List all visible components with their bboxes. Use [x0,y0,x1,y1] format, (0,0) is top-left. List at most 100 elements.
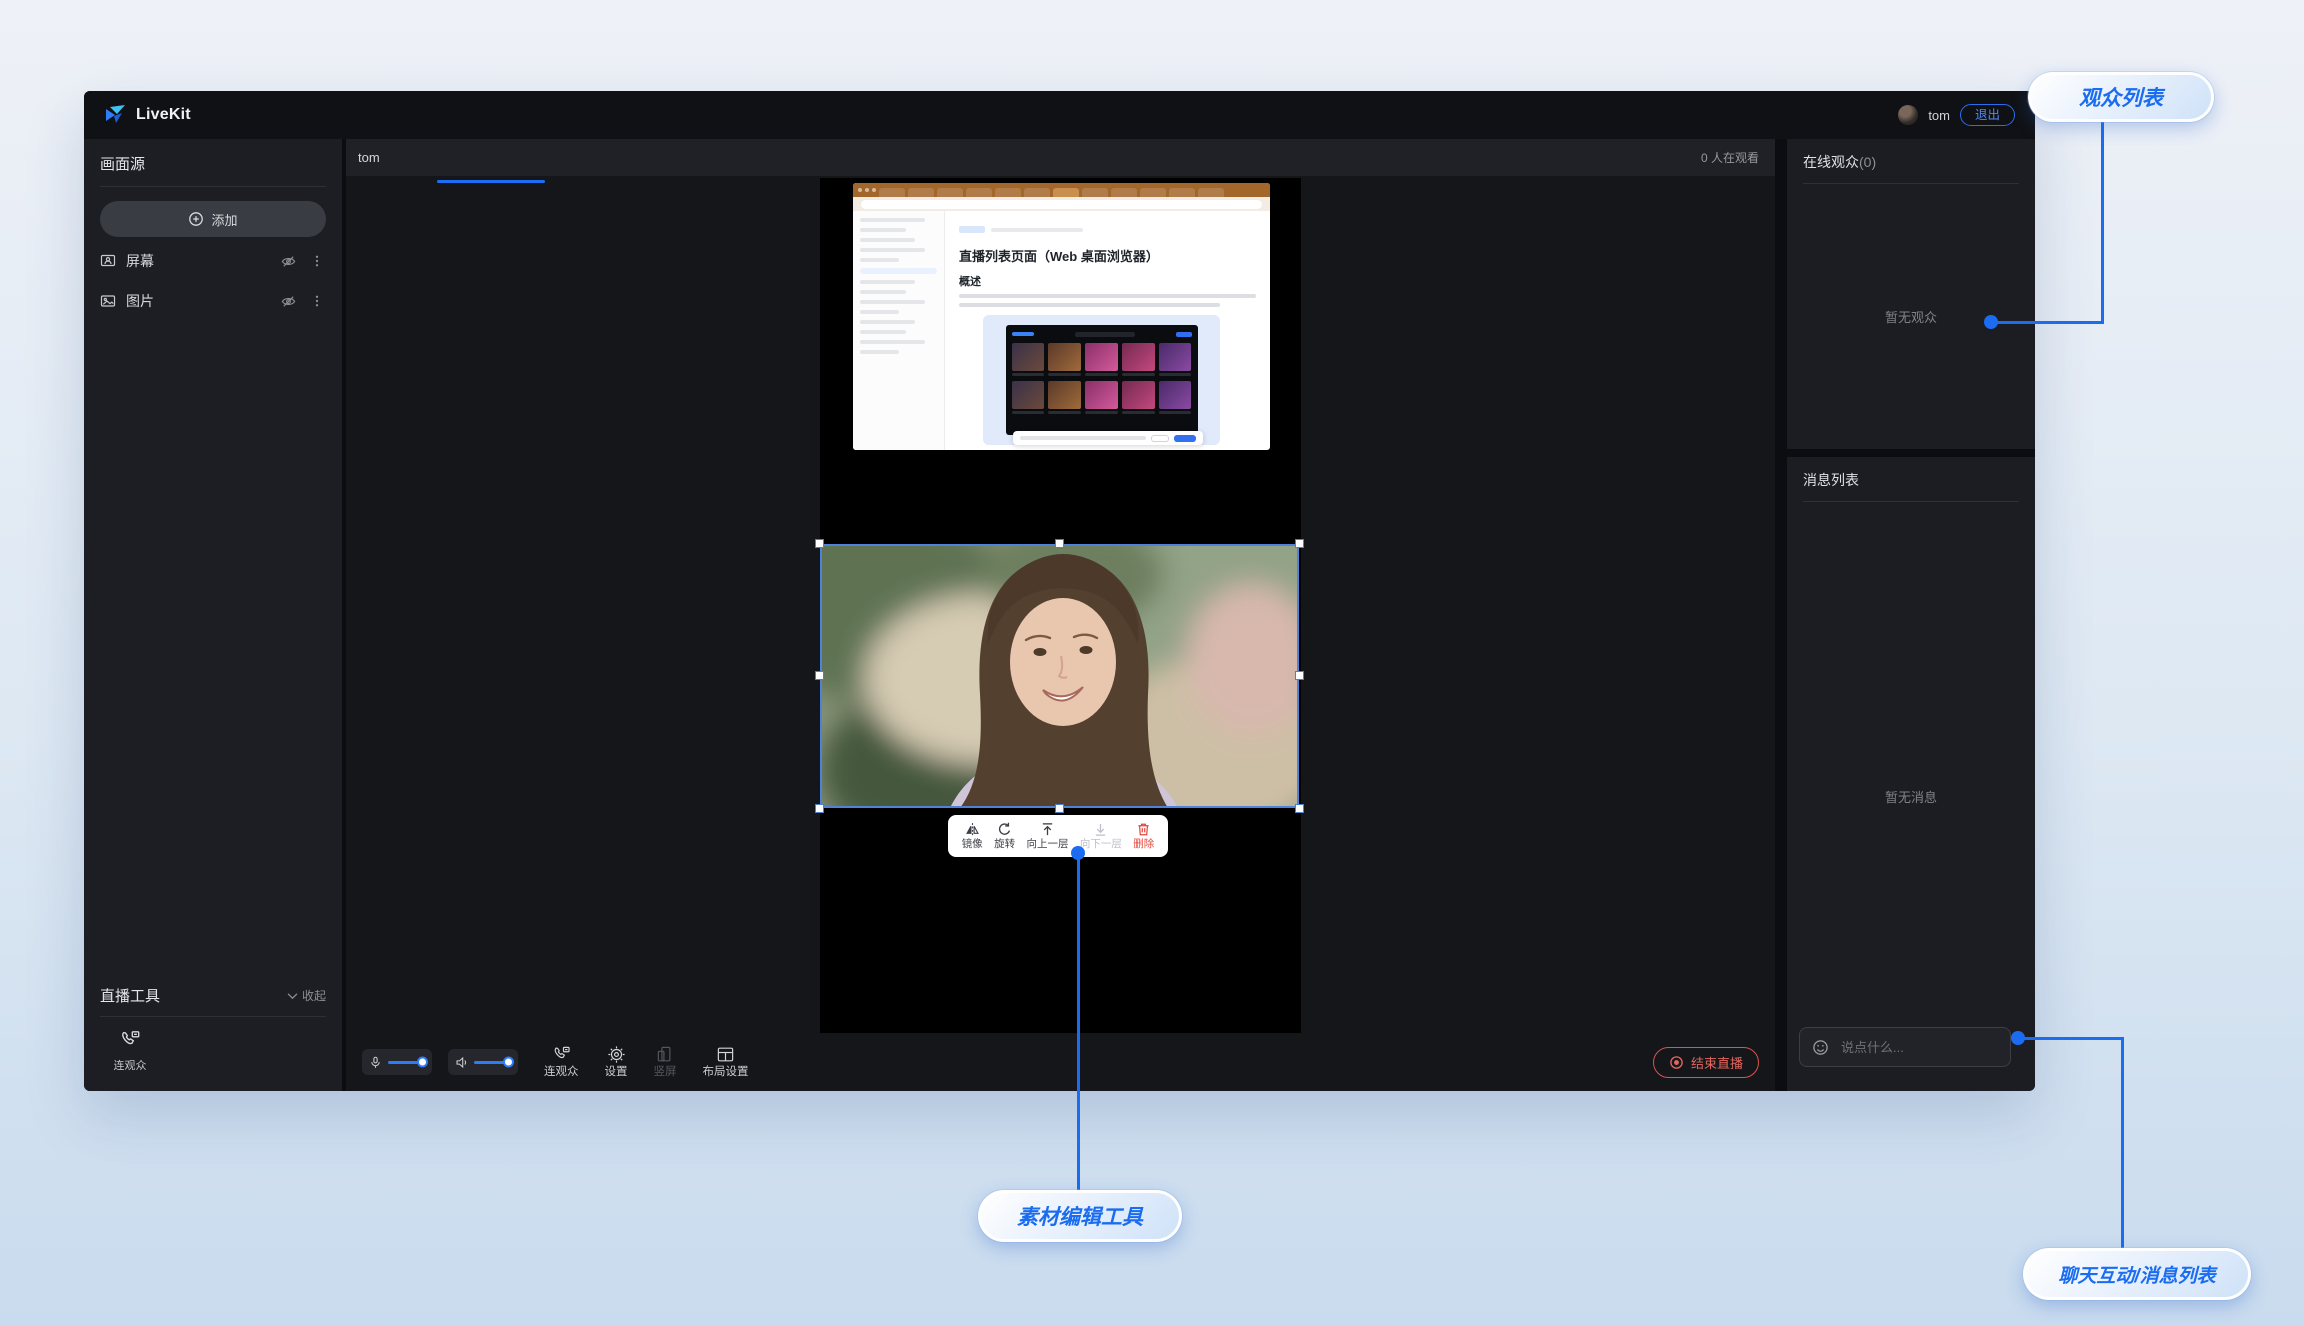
page: LiveKit tom 退出 画面源 添加 [0,0,2304,1326]
resize-handle[interactable] [1055,539,1064,548]
topbar: LiveKit tom 退出 [84,91,2035,139]
speaker-slider-knob[interactable] [503,1057,514,1068]
mirror-button[interactable]: 镜像 [962,822,983,850]
phone-chat-icon [119,1029,141,1051]
image-source-selected[interactable] [820,544,1299,808]
visibility-off-icon[interactable] [279,252,298,271]
source-label: 屏幕 [126,251,269,271]
brand: LiveKit [104,104,191,126]
audience-count: (0) [1859,154,1876,170]
canvas-area: tom 0 人在观看 [346,139,1775,1091]
send-backward-icon [1093,822,1108,837]
annotation-connector [1077,853,1080,1190]
brand-name: LiveKit [136,106,191,124]
plus-circle-icon [188,211,204,227]
messages-panel: 消息列表 暂无消息 [1787,457,2035,1091]
doc-heading: 概述 [959,273,1256,289]
topbar-right: tom 退出 [1898,104,2015,127]
audience-panel-title: 在线观众(0) [1787,139,2035,183]
bring-forward-button[interactable]: 向上一层 [1026,822,1068,850]
rotate-icon [997,822,1012,837]
rotate-button[interactable]: 旋转 [994,822,1015,850]
annotation-dot [1071,846,1085,860]
sources-panel-title: 画面源 [84,139,342,186]
annotation-connector [2101,120,2104,324]
browser-urlbar [853,197,1270,211]
chevron-down-icon [287,992,298,1000]
mic-volume-slider[interactable] [362,1049,432,1075]
source-row-screen[interactable]: 屏幕 [84,241,342,281]
bring-forward-icon [1040,822,1055,837]
speaker-slider-track[interactable] [474,1061,508,1064]
username: tom [1928,108,1950,123]
resize-handle[interactable] [815,804,824,813]
delete-button[interactable]: 删除 [1133,822,1154,850]
screen-icon [100,253,116,269]
mic-slider-track[interactable] [388,1061,422,1064]
doc-content: 直播列表页面（Web 桌面浏览器） 概述 [945,211,1270,450]
annotation-audience-list: 观众列表 [2028,72,2214,122]
doc-embedded-screenshot [983,315,1220,445]
resize-handle[interactable] [815,671,824,680]
doc-sidebar [853,211,945,450]
resize-handle[interactable] [1055,804,1064,813]
user-avatar[interactable] [1898,105,1918,125]
kebab-menu-icon[interactable] [308,292,326,310]
portrait-screen-icon [656,1045,675,1064]
portrait-mode-button[interactable]: 竖屏 [654,1045,677,1079]
collapse-toggle[interactable]: 收起 [287,987,326,1004]
image-icon [100,293,116,309]
resize-handle[interactable] [1295,671,1304,680]
end-live-button[interactable]: 结束直播 [1653,1047,1759,1078]
connect-audience-button[interactable]: 连观众 [544,1045,579,1079]
kebab-menu-icon[interactable] [308,252,326,270]
audience-empty-state: 暂无观众 [1787,184,2035,449]
record-dot-icon [1669,1055,1684,1070]
live-tools-section: 直播工具 收起 [84,973,342,1091]
add-source-button[interactable]: 添加 [100,201,326,237]
livekit-app-window: LiveKit tom 退出 画面源 添加 [84,91,2035,1091]
emoji-icon[interactable] [1812,1039,1829,1056]
layout-settings-button[interactable]: 布局设置 [703,1045,749,1079]
messages-empty-state: 暂无消息 [1787,502,2035,1091]
annotation-material-editor: 素材编辑工具 [978,1190,1182,1242]
screen-source-preview[interactable]: 直播列表页面（Web 桌面浏览器） 概述 [853,183,1270,450]
collapse-label: 收起 [302,987,326,1004]
chat-input-box[interactable] [1799,1027,2011,1067]
connect-audience-tool[interactable]: 连观众 [98,1029,162,1073]
viewer-count: 0 人在观看 [1701,149,1759,166]
mic-icon [369,1056,382,1069]
visibility-off-icon[interactable] [279,292,298,311]
send-backward-button[interactable]: 向下一层 [1080,822,1122,850]
speaker-volume-slider[interactable] [448,1049,518,1075]
sources-panel: 画面源 添加 屏幕 [84,139,342,1091]
stage[interactable]: 直播列表页面（Web 桌面浏览器） 概述 [820,178,1301,1033]
phone-chat-icon [552,1045,571,1064]
source-label: 图片 [126,291,269,311]
divider [100,1016,326,1017]
mic-slider-knob[interactable] [417,1057,428,1068]
annotation-connector [1995,321,2104,324]
source-row-image[interactable]: 图片 [84,281,342,321]
material-edit-toolbar: 镜像 旋转 [948,815,1168,857]
annotation-connector [2121,1037,2124,1248]
logout-button[interactable]: 退出 [1960,104,2015,127]
browser-titlebar [853,183,1270,197]
canvas-bottom-toolbar: 连观众 设置 [346,1039,1775,1085]
resize-handle[interactable] [815,539,824,548]
annotation-connector [2020,1037,2124,1040]
annotation-dot [1984,315,1998,329]
resize-handle[interactable] [1295,539,1304,548]
resize-handle[interactable] [1295,804,1304,813]
mirror-icon [965,822,980,837]
active-tab-indicator [437,180,545,183]
annotation-dot [2011,1031,2025,1045]
presenter-tab[interactable]: tom [358,150,380,165]
messages-panel-title: 消息列表 [1787,457,2035,501]
right-column: 在线观众(0) 暂无观众 消息列表 暂无消息 [1787,139,2035,1091]
settings-button[interactable]: 设置 [605,1045,628,1079]
chat-input[interactable] [1839,1039,2019,1056]
end-live-label: 结束直播 [1691,1053,1743,1072]
live-tools-title: 直播工具 [100,985,160,1006]
trash-icon [1136,822,1151,837]
